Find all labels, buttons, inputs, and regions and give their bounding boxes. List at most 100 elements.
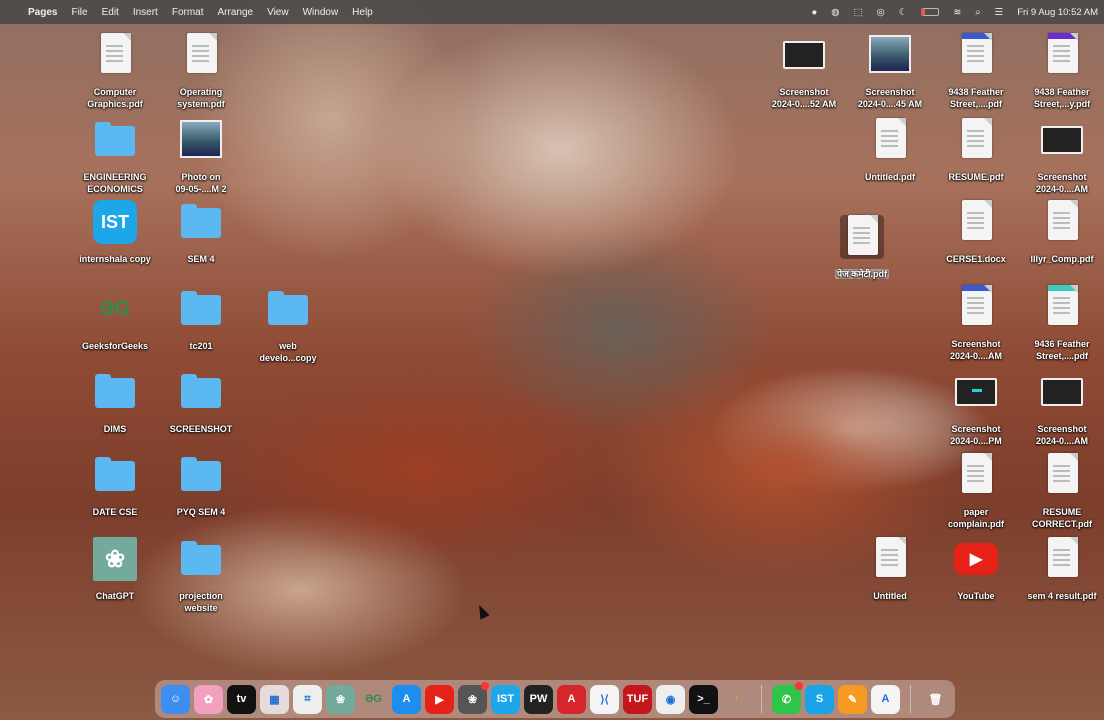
desktop-item[interactable]: Screenshot 2024-0....45 AM [847,33,933,110]
desktop-item-label: paper complain.pdf [948,507,1004,529]
clock[interactable]: Fri 9 Aug 10:52 AM [1017,7,1098,18]
desktop-item[interactable]: paper complain.pdf [933,453,1019,530]
screenshot-icon [782,33,826,77]
dock-physics-wallah[interactable]: PW [524,684,553,714]
dock-launchpad[interactable]: ▦ [260,684,289,714]
desktop-item[interactable]: web develo...copy [245,287,331,364]
dock-apple-tv[interactable]: tv [227,684,256,714]
document-icon [93,33,137,77]
desktop-item[interactable]: Untitled.pdf [847,118,933,183]
desktop-item-label: projection website [179,591,223,613]
dock-chatgpt-web[interactable]: ❀ [458,681,489,714]
dock: ☺ ✿ tv ▦ ⌗ ❀ ƏG A ▶ ❀ IST PW A ⟩⟨ TUF ◉ >_ ‹ ✆ S ✎ A 🗑 [155,680,955,718]
desktop-item[interactable]: SEM 4 [158,200,244,265]
desktop-item-label: Screenshot 2024-0....AM [949,339,1003,361]
dock-geeksforgeeks[interactable]: ƏG [359,685,388,714]
spotlight-search-icon[interactable]: ⌕ [975,7,980,18]
desktop-item[interactable]: Computer Graphics.pdf [72,33,158,110]
desktop-item[interactable]: Photo on 09-05-....M 2 [158,118,244,195]
document-icon [868,537,912,581]
desktop-item[interactable]: Screenshot 2024-0....AM [1019,370,1104,447]
menu-bar: Pages File Edit Insert Format Arrange Vi… [0,0,1104,24]
desktop-item-label: 9436 Feather Street,....pdf [1034,339,1090,361]
desktop-item[interactable]: DATE CSE [72,453,158,518]
desktop-item[interactable]: पेज कमेटी.pdf [819,215,905,280]
dock-altstore[interactable]: A [871,684,900,714]
dock-sublime[interactable]: ‹ [722,685,751,714]
battery-icon[interactable] [921,8,940,16]
desktop-item[interactable]: CERSE1.docx [933,200,1019,265]
dock-screenshot[interactable]: ⌗ [293,684,322,714]
dock-terminal[interactable]: >_ [689,684,718,714]
wifi-icon[interactable]: ≋ [953,7,961,18]
desktop-item[interactable]: lllyr_Comp.pdf [1019,200,1104,265]
desktop-item[interactable]: RESUME.pdf [933,118,1019,183]
desktop-item-label: PYQ SEM 4 [176,507,226,517]
menu-arrange[interactable]: Arrange [218,7,254,18]
focus-moon-icon[interactable]: ☾ [899,7,908,18]
desktop-item[interactable]: IST internshala copy [72,200,158,265]
dock-finder[interactable]: ☺ [161,684,190,714]
photo-icon [179,118,223,162]
desktop-item[interactable]: 9438 Feather Street,...y.pdf [1019,33,1104,110]
menu-edit[interactable]: Edit [102,7,119,18]
pages-icon: ✎ [847,693,858,706]
desktop-item[interactable]: sem 4 result.pdf [1019,537,1104,602]
record-icon[interactable]: ● [812,7,818,18]
dock-chrome[interactable]: ◉ [656,684,685,714]
desktop-item[interactable]: DIMS [72,370,158,435]
dock-app-store[interactable]: A [392,684,421,714]
screenshot-icon [1040,370,1084,414]
document-icon [1040,537,1084,581]
desktop-item[interactable]: ▶ YouTube [933,537,1019,602]
folder-icon [179,287,223,331]
document-icon [954,200,998,244]
folder-icon [179,200,223,244]
dock-vs-code[interactable]: ⟩⟨ [590,684,619,714]
desktop-item[interactable]: ENGINEERING ECONOMICS [72,118,158,195]
menu-format[interactable]: Format [172,7,204,18]
desktop-item[interactable]: RESUME CORRECT.pdf [1019,453,1104,530]
app-status-icon[interactable]: ◍ [831,7,839,18]
desktop-item[interactable]: 9438 Feather Street,....pdf [933,33,1019,110]
desktop-item-label: Untitled [873,591,907,601]
desktop-item[interactable]: Screenshot 2024-0....PM [933,370,1019,447]
folder-icon [93,453,137,497]
menu-help[interactable]: Help [352,7,373,18]
control-center-icon[interactable]: ☰ [995,7,1004,18]
dock-youtube[interactable]: ▶ [425,684,454,714]
dock-photos[interactable]: ✿ [194,684,223,714]
desktop-item[interactable]: SCREENSHOT [158,370,244,435]
desktop-item[interactable]: Screenshot 2024-0....AM [1019,118,1104,195]
desktop-item[interactable]: Untitled [847,537,933,602]
headphones-icon[interactable]: ◎ [877,7,885,18]
screen-mirror-icon[interactable]: ⬚ [854,7,863,18]
desktop-item-label: CERSE1.docx [946,254,1006,264]
desktop-item[interactable]: Screenshot 2024-0....52 AM [761,33,847,110]
menu-file[interactable]: File [71,7,87,18]
mouse-cursor-icon [474,602,490,620]
menu-window[interactable]: Window [303,7,339,18]
menu-insert[interactable]: Insert [133,7,158,18]
dock-tuf[interactable]: TUF [623,684,652,714]
dock-trash[interactable]: 🗑 [921,685,950,714]
desktop-item[interactable]: ƏG GeeksforGeeks [72,287,158,352]
desktop-item[interactable]: 9436 Feather Street,....pdf [1019,285,1104,362]
photo-icon [868,33,912,77]
menu-view[interactable]: View [267,7,289,18]
dock-skype[interactable]: S [805,684,834,714]
desktop-item[interactable]: tc201 [158,287,244,352]
dock-whatsapp[interactable]: ✆ [772,681,803,714]
desktop-item[interactable]: projection website [158,537,244,614]
desktop-item[interactable]: Operating system.pdf [158,33,244,110]
dock-chatgpt[interactable]: ❀ [326,684,355,714]
desktop-item[interactable]: PYQ SEM 4 [158,453,244,518]
dock-internshala[interactable]: IST [491,684,520,714]
dock-pages[interactable]: ✎ [838,684,867,714]
menu-app-name[interactable]: Pages [28,7,57,18]
desktop-item[interactable]: Screenshot 2024-0....AM [933,285,1019,362]
dock-acrobat[interactable]: A [557,684,586,714]
desktop-item-label: SCREENSHOT [169,424,233,434]
desktop-item-label: 9438 Feather Street,...y.pdf [1033,87,1091,109]
desktop-item[interactable]: ❀ ChatGPT [72,537,158,602]
